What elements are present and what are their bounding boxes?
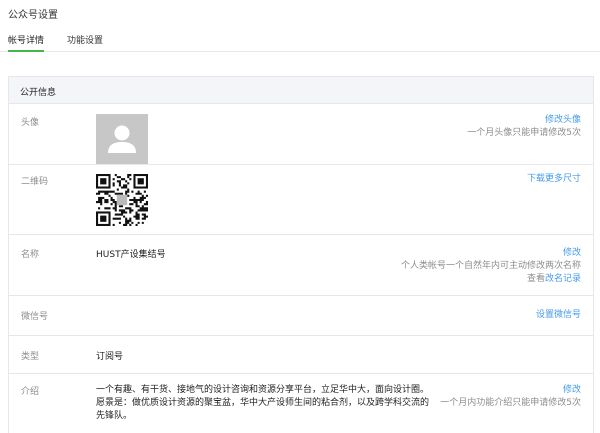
avatar-row: 头像 修改头像 一个月头像只能申请修改5次 (9, 105, 593, 165)
edit-name-link[interactable]: 修改 (401, 247, 581, 260)
change-avatar-link[interactable]: 修改头像 (467, 114, 581, 127)
page-title: 公众号设置 (8, 10, 58, 21)
qrcode-image (96, 174, 148, 226)
intro-change-note: 一个月内功能介绍只能申请修改5次 (440, 398, 581, 408)
type-label: 类型 (21, 352, 40, 362)
public-info-panel: 公开信息 头像 修改头像 一个月头像只能申请修改5次 二维码 下载更多尺寸 名称… (8, 76, 594, 433)
intro-line-1: 一个有趣、有干货、接地气的设计咨询和资源分享平台，立足华中大，面向设计圈。 (96, 385, 430, 395)
wechat-id-label: 微信号 (21, 312, 49, 322)
tab-account-details[interactable]: 帐号详情 (8, 33, 44, 46)
edit-intro-link[interactable]: 修改 (440, 384, 581, 397)
avatar-label: 头像 (21, 118, 40, 128)
qrcode-label: 二维码 (21, 177, 49, 187)
account-type: 订阅号 (96, 352, 124, 362)
panel-header: 公开信息 (9, 77, 593, 104)
name-change-note: 个人类帐号一个自然年内可主动修改两次名称 (400, 261, 581, 271)
name-row: 名称 HUST产设集结号 修改 个人类帐号一个自然年内可主动修改两次名称 查看改… (9, 235, 593, 296)
type-row: 类型 订阅号 (9, 336, 593, 374)
intro-row: 介绍 一个有趣、有干货、接地气的设计咨询和资源分享平台，立足华中大，面向设计圈。… (9, 374, 593, 433)
download-more-sizes-link[interactable]: 下载更多尺寸 (527, 173, 581, 186)
intro-label: 介绍 (21, 387, 40, 397)
qrcode-row: 二维码 下载更多尺寸 (9, 165, 593, 235)
intro-line-3: 先锋队。 (96, 411, 133, 421)
active-tab-indicator (8, 50, 44, 52)
qrcode-icon (96, 174, 148, 226)
intro-line-2: 愿景是：做优质设计资源的聚宝盆，华中大产设师生间的粘合剂，以及跨学科交流的 (96, 398, 430, 408)
avatar-change-note: 一个月头像只能申请修改5次 (467, 128, 581, 138)
rename-history-link[interactable]: 改名记录 (545, 274, 581, 284)
wechat-id-row: 微信号 设置微信号 (9, 296, 593, 336)
tab-bar: 帐号详情 功能设置 (0, 26, 600, 52)
intro-text: 一个有趣、有干货、接地气的设计咨询和资源分享平台，立足华中大，面向设计圈。 愿景… (96, 384, 436, 423)
avatar[interactable] (96, 114, 148, 164)
set-wechat-id-link[interactable]: 设置微信号 (536, 309, 581, 322)
view-history-prefix: 查看 (526, 274, 545, 284)
default-user-icon (96, 114, 148, 164)
account-name: HUST产设集结号 (96, 250, 166, 260)
tab-feature-settings[interactable]: 功能设置 (67, 33, 103, 46)
name-label: 名称 (21, 250, 40, 260)
